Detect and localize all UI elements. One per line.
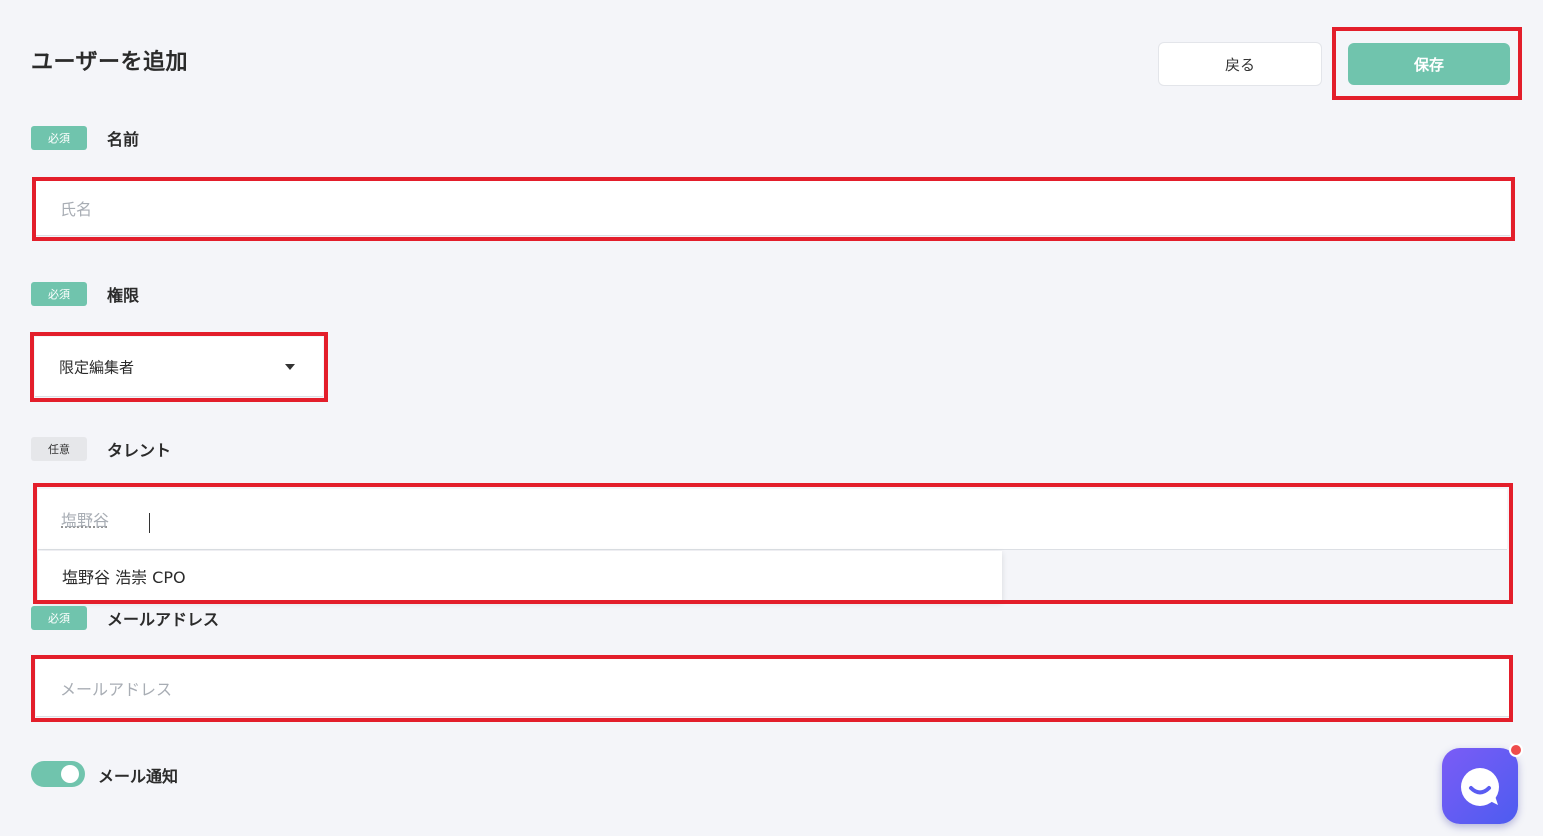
role-selected-value: 限定編集者 bbox=[59, 358, 135, 376]
name-placeholder: 氏名 bbox=[60, 200, 93, 219]
notification-dot bbox=[1509, 743, 1523, 757]
save-button[interactable]: 保存 bbox=[1348, 43, 1510, 85]
suggestion-item[interactable]: 塩野谷 浩崇 CPO bbox=[38, 551, 1002, 601]
required-badge: 必須 bbox=[31, 606, 87, 630]
optional-badge: 任意 bbox=[31, 437, 87, 461]
email-notification-toggle[interactable] bbox=[31, 761, 85, 787]
email-placeholder: メールアドレス bbox=[60, 679, 173, 699]
text-cursor bbox=[149, 513, 150, 533]
talent-typed-value: 塩野谷 bbox=[61, 511, 110, 530]
role-select[interactable]: 限定編集者 bbox=[35, 337, 323, 397]
email-notification-label: メール通知 bbox=[98, 767, 179, 786]
required-badge: 必須 bbox=[31, 282, 87, 306]
back-button[interactable]: 戻る bbox=[1158, 42, 1322, 86]
name-field[interactable]: 氏名 bbox=[36, 181, 1510, 236]
toggle-knob bbox=[61, 765, 79, 783]
name-label: 名前 bbox=[107, 130, 140, 149]
caret-down-icon bbox=[285, 363, 295, 370]
required-badge: 必須 bbox=[31, 126, 87, 150]
page-title: ユーザーを追加 bbox=[31, 50, 189, 75]
talent-label: タレント bbox=[107, 441, 172, 460]
email-label: メールアドレス bbox=[107, 610, 220, 629]
chat-launcher-button[interactable] bbox=[1442, 743, 1523, 824]
email-field[interactable]: メールアドレス bbox=[36, 659, 1509, 717]
role-label: 権限 bbox=[107, 286, 140, 305]
talent-suggestions: 塩野谷 浩崇 CPO bbox=[38, 551, 1002, 601]
chat-bubble-icon bbox=[1461, 768, 1499, 806]
suggestion-label: 塩野谷 浩崇 CPO bbox=[62, 568, 186, 587]
talent-input[interactable]: 塩野谷 bbox=[38, 489, 1507, 550]
